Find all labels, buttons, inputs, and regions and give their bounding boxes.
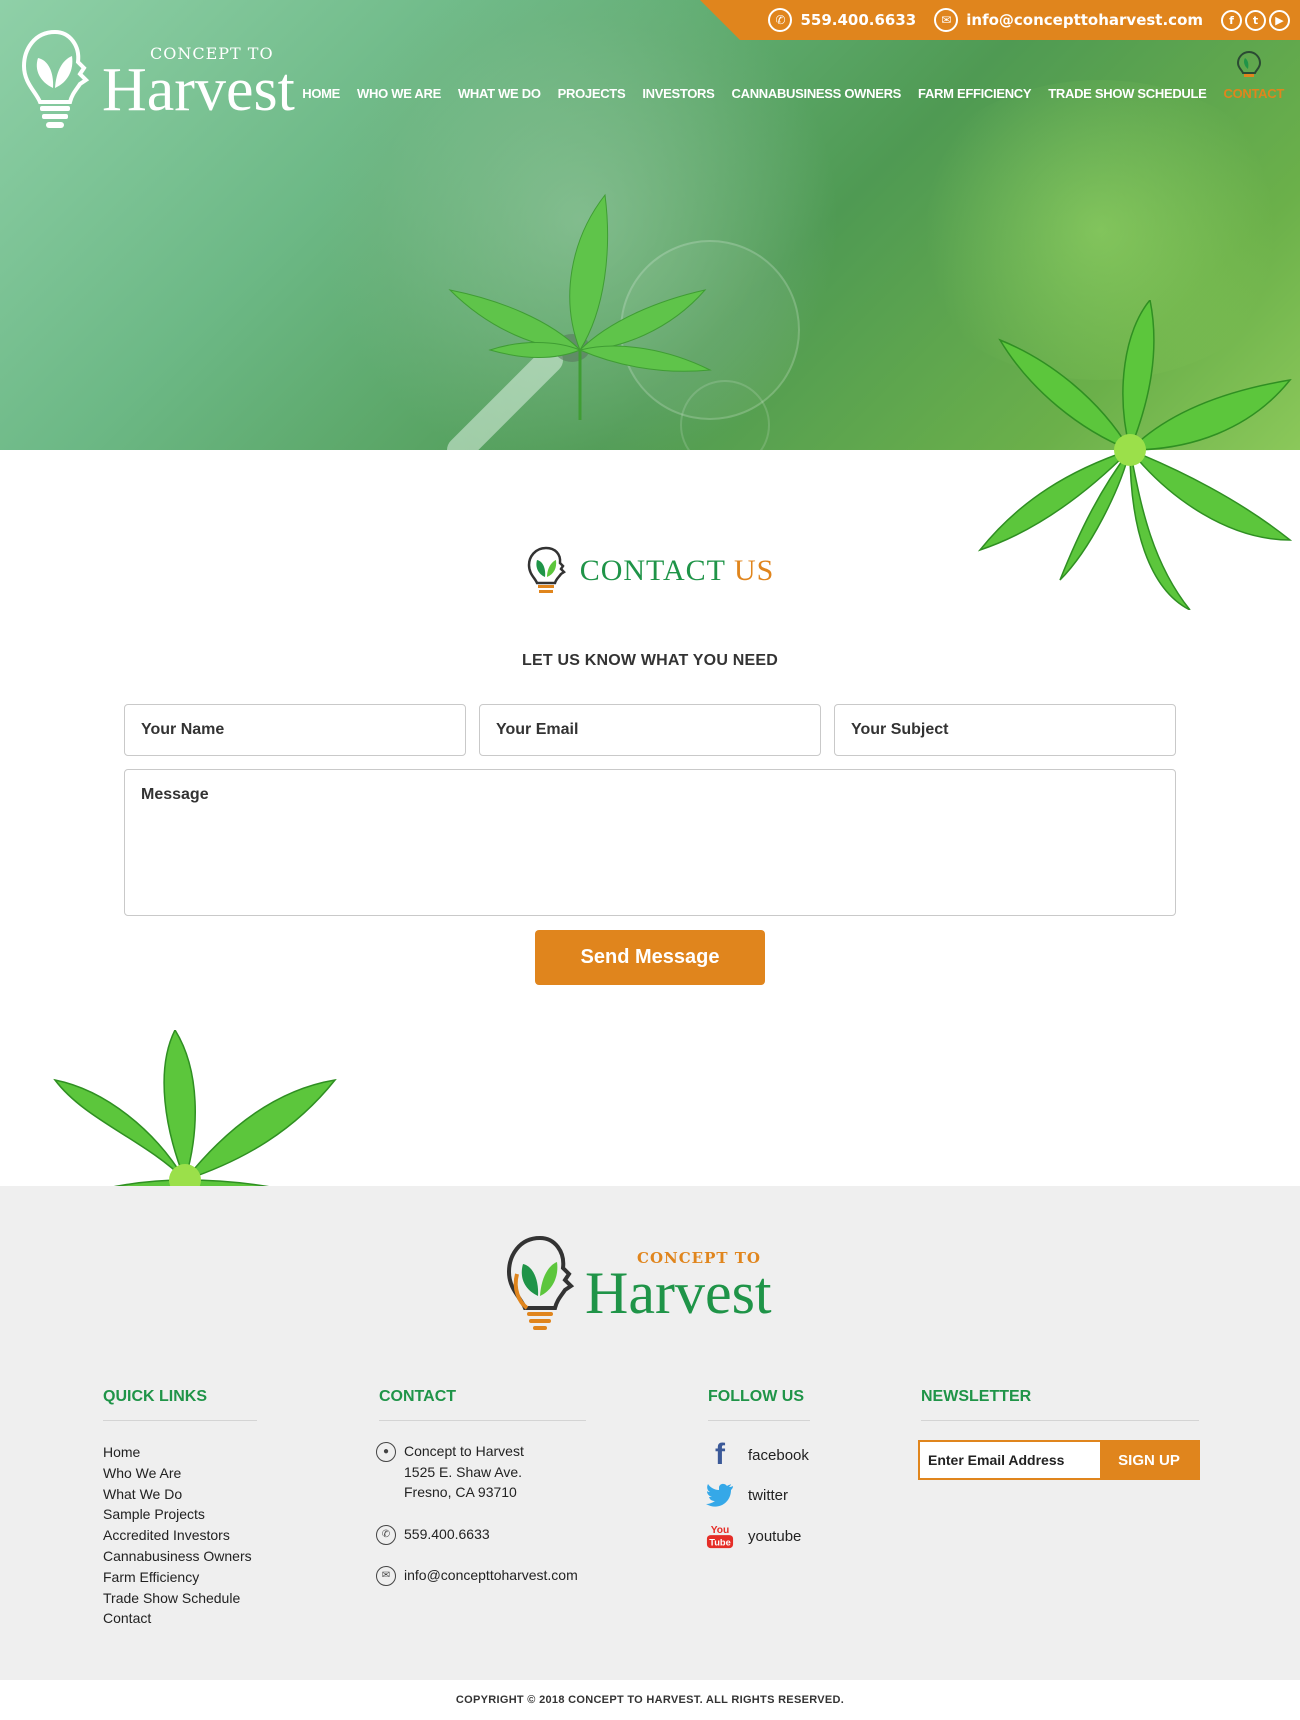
newsletter-heading: NEWSLETTER [921,1388,1032,1405]
quick-link-accredited-investors[interactable]: Accredited Investors [103,1525,252,1546]
twitter-icon [706,1481,734,1509]
twitter-icon[interactable]: t [1245,9,1266,31]
contact-section-heading: CONTACT US [0,545,1300,597]
nav-contact[interactable]: CONTACT [1224,86,1285,101]
site-logo[interactable]: CONCEPT TO Harvest [20,28,295,132]
nav-cannabusiness-owners[interactable]: CANNABUSINESS OWNERS [732,86,902,101]
email-icon: ✉ [934,8,959,32]
social-youtube-label: youtube [748,1527,802,1545]
footer-address: ● Concept to Harvest 1525 E. Shaw Ave. F… [376,1441,524,1503]
send-message-button[interactable]: Send Message [535,930,765,985]
social-facebook-label: facebook [748,1446,809,1464]
nav-investors[interactable]: INVESTORS [642,86,715,101]
newsletter-email-placeholder: Enter Email Address [928,1452,1065,1468]
main-navigation: HOME WHO WE ARE WHAT WE DO PROJECTS INVE… [302,86,1284,101]
newsletter-signup-button[interactable]: SIGN UP [1100,1442,1198,1478]
footer-phone[interactable]: ✆ 559.400.6633 [376,1524,490,1545]
name-field[interactable]: Your Name [124,704,466,756]
svg-text:Tube: Tube [709,1537,731,1547]
phone-icon: ✆ [376,1525,396,1545]
topbar-phone-text: 559.400.6633 [800,11,917,29]
social-facebook[interactable]: f facebook [706,1438,809,1471]
youtube-icon[interactable]: ▶ [1269,9,1290,31]
social-twitter[interactable]: twitter [706,1481,788,1509]
email-field-placeholder: Your Email [496,721,579,738]
contact-subheading: LET US KNOW WHAT YOU NEED [522,652,778,669]
social-youtube[interactable]: You Tube youtube [706,1522,801,1550]
quick-link-farm-efficiency[interactable]: Farm Efficiency [103,1567,252,1588]
logo-big-text: Harvest [102,55,295,124]
address-line-2: 1525 E. Shaw Ave. [404,1463,523,1480]
footer-email[interactable]: ✉ info@concepttoharvest.com [376,1565,578,1586]
follow-us-heading: FOLLOW US [708,1388,804,1405]
topbar-email[interactable]: ✉ info@concepttoharvest.com [934,8,1203,32]
quick-links-heading: QUICK LINKS [103,1388,207,1405]
newsletter-divider [921,1420,1199,1421]
quick-link-home[interactable]: Home [103,1442,252,1463]
topbar-email-text: info@concepttoharvest.com [966,11,1203,29]
quick-links-list: Home Who We Are What We Do Sample Projec… [103,1442,252,1629]
contact-nav-bulb-icon [1236,50,1262,77]
quick-link-sample-projects[interactable]: Sample Projects [103,1504,252,1525]
quick-link-what-we-do[interactable]: What We Do [103,1484,252,1505]
follow-us-divider [708,1420,810,1421]
nav-projects[interactable]: PROJECTS [558,86,626,101]
nav-what-we-do[interactable]: WHAT WE DO [458,86,541,101]
address-line-1: Concept to Harvest [404,1443,524,1459]
nav-farm-efficiency[interactable]: FARM EFFICIENCY [918,86,1032,101]
nav-home[interactable]: HOME [302,86,340,101]
bulb-head-logo-icon [527,546,566,593]
subject-field[interactable]: Your Subject [834,704,1176,756]
footer-logo-big-text: Harvest [585,1260,772,1326]
bulb-head-logo-icon [506,1235,575,1330]
facebook-icon: f [715,1438,725,1471]
message-field[interactable]: Message [124,769,1176,916]
footer-email-text: info@concepttoharvest.com [404,1567,578,1583]
newsletter-email-input[interactable]: Enter Email Address [920,1442,1100,1478]
logo-wordmark: CONCEPT TO Harvest [102,44,295,124]
footer-contact-heading: CONTACT [379,1388,457,1405]
footer-logo[interactable]: CONCEPT TO Harvest [505,1234,772,1334]
hand-holding-leaf-image [447,193,712,450]
message-field-placeholder: Message [141,786,209,803]
nav-trade-show-schedule[interactable]: TRADE SHOW SCHEDULE [1048,86,1207,101]
copyright-bar: COPYRIGHT © 2018 CONCEPT TO HARVEST. ALL… [0,1680,1300,1720]
footer-logo-wordmark: CONCEPT TO Harvest [585,1249,772,1326]
footer-phone-text: 559.400.6633 [404,1526,490,1542]
facebook-icon[interactable]: f [1221,9,1242,31]
quick-link-who-we-are[interactable]: Who We Are [103,1463,252,1484]
contact-title: CONTACT US [580,554,775,588]
bulb-head-logo-icon [21,29,90,128]
quick-links-divider [103,1420,257,1421]
topbar-phone[interactable]: ✆ 559.400.6633 [768,8,916,32]
contact-title-green: CONTACT [579,554,726,587]
phone-icon: ✆ [768,8,793,32]
quick-link-contact[interactable]: Contact [103,1608,252,1629]
location-pin-icon: ● [376,1442,396,1462]
svg-text:You: You [711,1525,730,1536]
subject-field-placeholder: Your Subject [851,721,949,738]
newsletter-form: Enter Email Address SIGN UP [918,1440,1200,1480]
youtube-icon: You Tube [706,1522,734,1550]
topbar-social: f t ▶ [1221,9,1290,31]
contact-title-orange: US [733,554,775,587]
address-line-3: Fresno, CA 93710 [404,1484,517,1500]
nav-who-we-are[interactable]: WHO WE ARE [357,86,441,101]
social-twitter-label: twitter [748,1486,789,1504]
footer-contact-divider [379,1420,586,1421]
name-field-placeholder: Your Name [141,721,225,738]
email-icon: ✉ [376,1566,396,1586]
contact-topbar-content: ✆ 559.400.6633 ✉ info@concepttoharvest.c… [768,0,1290,40]
email-field[interactable]: Your Email [479,704,821,756]
quick-link-cannabusiness-owners[interactable]: Cannabusiness Owners [103,1546,252,1567]
quick-link-trade-show-schedule[interactable]: Trade Show Schedule [103,1588,252,1609]
